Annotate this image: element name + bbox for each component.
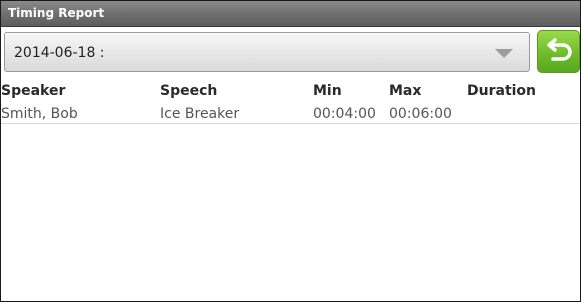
cell-max: 00:06:00 xyxy=(389,106,452,122)
column-header-duration: Duration xyxy=(467,83,537,99)
selected-date: 2014-06-18 : xyxy=(14,45,105,61)
column-header-min: Min xyxy=(313,83,342,99)
back-button[interactable] xyxy=(537,30,580,73)
row-divider xyxy=(1,123,580,124)
back-arrow-icon xyxy=(547,38,572,61)
title-bar: Timing Report xyxy=(1,1,580,27)
date-dropdown[interactable]: 2014-06-18 : xyxy=(4,32,530,72)
column-header-speaker: Speaker xyxy=(1,83,66,99)
app-window: Timing Report 2014-06-18 : Speaker Speec… xyxy=(0,0,581,302)
dropdown-arrow-icon xyxy=(495,49,513,58)
column-header-speech: Speech xyxy=(160,83,218,99)
column-header-max: Max xyxy=(389,83,422,99)
cell-speaker: Smith, Bob xyxy=(1,106,78,122)
window-title: Timing Report xyxy=(8,6,105,20)
cell-min: 00:04:00 xyxy=(313,106,376,122)
cell-speech: Ice Breaker xyxy=(160,106,240,122)
